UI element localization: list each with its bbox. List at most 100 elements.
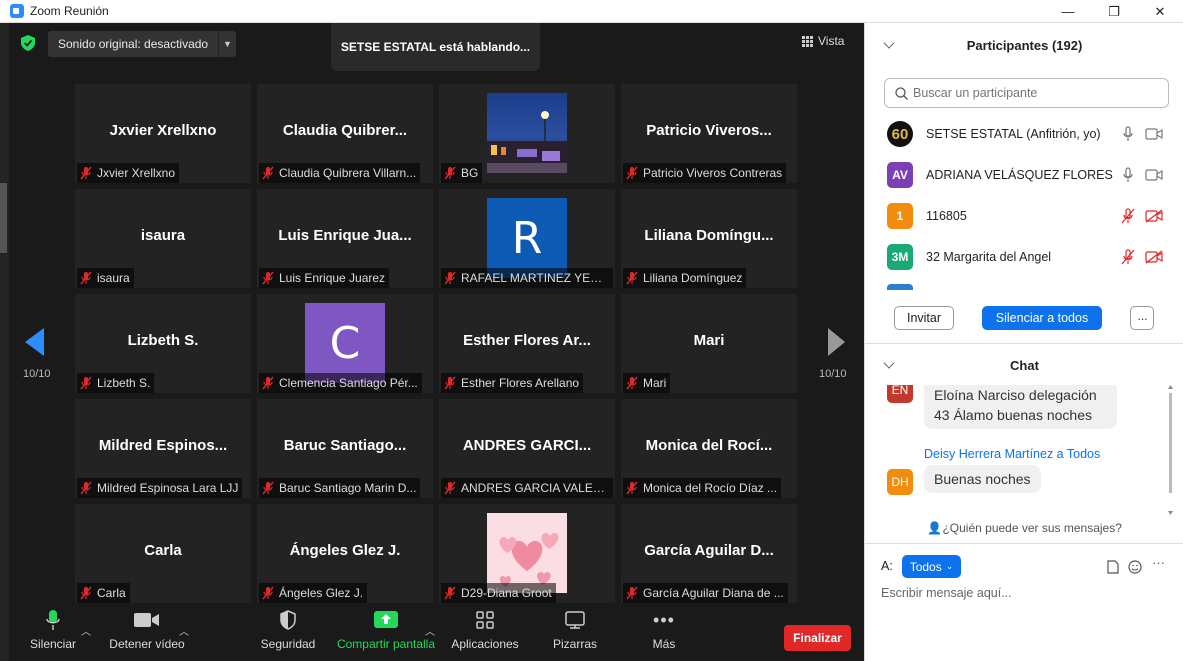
- participant-row[interactable]: AV ADRIANA VELÁSQUEZ FLORES: [865, 157, 1183, 193]
- video-tile[interactable]: Patricio Viveros... Patricio Viveros Cont…: [621, 84, 797, 183]
- chat-scrollbar[interactable]: [1168, 385, 1173, 515]
- page-indicator-left: 10/10: [23, 368, 51, 380]
- muted-mic-icon: [444, 166, 456, 180]
- collapse-chevron-icon[interactable]: [883, 357, 895, 369]
- participants-header: Participantes (192): [865, 23, 1183, 67]
- video-camera-icon: [134, 613, 159, 627]
- participant-name-tag: Lizbeth S.: [77, 373, 155, 393]
- video-tile[interactable]: Esther Flores Ar... Esther Flores Arellan…: [439, 294, 615, 393]
- chat-input[interactable]: Escribir mensaje aquí...: [881, 586, 1012, 600]
- video-tile[interactable]: R RAFAEL MARTINEZ YEDRA: [439, 189, 615, 288]
- participant-search-input[interactable]: [884, 78, 1169, 108]
- share-screen-button[interactable]: Compartir pantalla: [335, 603, 437, 661]
- video-tile[interactable]: García Aguilar D... García Aguilar Diana …: [621, 504, 797, 603]
- previous-page-arrow[interactable]: [25, 328, 44, 356]
- video-tile[interactable]: ANDRES GARCI... ANDRES GARCIA VALENTI: [439, 399, 615, 498]
- audio-options-caret[interactable]: ︿: [81, 623, 91, 638]
- video-tile[interactable]: BG: [439, 84, 615, 183]
- video-camera-icon[interactable]: [1145, 127, 1163, 141]
- left-edge-scrollbar[interactable]: [0, 23, 9, 661]
- participant-name-tag: Patricio Viveros Contreras: [623, 163, 787, 183]
- video-off-icon[interactable]: [1145, 250, 1163, 264]
- video-tile[interactable]: D29-Diana Groot: [439, 504, 615, 603]
- close-window-button[interactable]: ✕: [1137, 0, 1183, 23]
- mute-button[interactable]: Silenciar: [27, 603, 79, 661]
- recipient-value: Todos: [909, 559, 942, 574]
- microphone-icon[interactable]: [1121, 167, 1135, 183]
- chat-divider: [865, 543, 1183, 544]
- chat-message-bubble: Eloína Narciso delegación 43 Álamo buena…: [924, 385, 1117, 429]
- participant-display-name: Monica del Rocí...: [645, 437, 773, 454]
- participant-name: Claudia Quibrera Villarn...: [279, 166, 417, 180]
- participant-row[interactable]: 3M 32 Margarita del Angel: [865, 239, 1183, 275]
- muted-mic-icon[interactable]: [1121, 208, 1135, 224]
- video-tile[interactable]: Ángeles Glez J. Ángeles Glez J.: [257, 504, 433, 603]
- title-bar: Zoom Reunión — ❐ ✕: [0, 0, 1183, 23]
- search-field[interactable]: [913, 86, 1163, 100]
- video-tile[interactable]: Carla Carla: [75, 504, 251, 603]
- participant-display-name: Jxvier Xrellxno: [109, 122, 217, 139]
- who-can-see-messages[interactable]: 👤 ¿Quién puede ver sus mensajes?: [865, 521, 1183, 539]
- video-tile[interactable]: Mildred Espinos... Mildred Espinosa Lara …: [75, 399, 251, 498]
- restore-button[interactable]: ❐: [1091, 0, 1137, 23]
- video-tile[interactable]: Jxvier Xrellxno Jxvier Xrellxno: [75, 84, 251, 183]
- video-tile[interactable]: Lizbeth S. Lizbeth S.: [75, 294, 251, 393]
- participant-name-tag: Mildred Espinosa Lara LJJ: [77, 478, 243, 498]
- whiteboards-label: Pizarras: [552, 637, 597, 651]
- profile-photo: [487, 93, 567, 173]
- video-off-icon[interactable]: [1145, 209, 1163, 223]
- video-tile[interactable]: isaura isaura: [75, 189, 251, 288]
- page-indicator-right: 10/10: [819, 368, 847, 380]
- apps-label: Aplicaciones: [451, 637, 519, 651]
- stop-video-button[interactable]: Detener vídeo: [105, 603, 189, 661]
- security-button[interactable]: Seguridad: [257, 603, 319, 661]
- share-options-caret[interactable]: ︿: [425, 623, 435, 638]
- more-dots-icon: •••: [653, 609, 675, 630]
- encryption-shield-icon[interactable]: [21, 35, 35, 51]
- participant-name-tag: isaura: [77, 268, 134, 288]
- video-tile[interactable]: Luis Enrique Jua... Luis Enrique Juarez: [257, 189, 433, 288]
- avatar-letter: R: [487, 198, 567, 278]
- minimize-button[interactable]: —: [1045, 0, 1091, 23]
- participant-list-name: ADRIANA VELÁSQUEZ FLORES: [926, 168, 1113, 182]
- end-meeting-button[interactable]: Finalizar: [784, 625, 851, 651]
- participant-list: 60 SETSE ESTATAL (Anfitrión, yo) AV ADRI…: [865, 116, 1183, 290]
- stop-video-label: Detener vídeo: [109, 637, 185, 651]
- participants-title: Participantes (192): [966, 37, 1083, 53]
- next-page-arrow[interactable]: [828, 328, 845, 356]
- muted-mic-icon[interactable]: [1121, 249, 1135, 265]
- mute-all-button[interactable]: Silenciar a todos: [982, 306, 1102, 330]
- video-tile[interactable]: Mari Mari: [621, 294, 797, 393]
- participant-row[interactable]: 1 116805: [865, 198, 1183, 234]
- participant-name: Esther Flores Arellano: [461, 376, 580, 390]
- file-icon[interactable]: [1106, 560, 1120, 574]
- view-button[interactable]: Vista: [802, 34, 844, 48]
- grid-view-icon: [802, 35, 813, 47]
- emoji-icon[interactable]: [1128, 560, 1142, 574]
- participant-row[interactable]: 60 SETSE ESTATAL (Anfitrión, yo): [865, 116, 1183, 152]
- participant-avatar: AV: [887, 162, 913, 188]
- video-tile[interactable]: Baruc Santiago... Baruc Santiago Marin D.…: [257, 399, 433, 498]
- muted-mic-icon: [80, 166, 92, 180]
- collapse-chevron-icon[interactable]: [883, 37, 895, 49]
- video-camera-icon[interactable]: [1145, 168, 1163, 182]
- chat-more-icon[interactable]: ···: [1152, 555, 1166, 570]
- original-sound-button[interactable]: Sonido original: desactivado ▼: [48, 31, 236, 57]
- video-options-caret[interactable]: ︿: [179, 623, 189, 638]
- whiteboards-button[interactable]: Pizarras: [545, 603, 605, 661]
- microphone-icon[interactable]: [1121, 126, 1135, 142]
- chevron-down-icon[interactable]: ▼: [218, 31, 236, 57]
- apps-button[interactable]: Aplicaciones: [449, 603, 521, 661]
- window-title: Zoom Reunión: [30, 4, 109, 18]
- more-button[interactable]: ••• Más: [639, 603, 689, 661]
- muted-mic-icon: [626, 166, 638, 180]
- video-tile[interactable]: Monica del Rocí... Monica del Rocío Díaz …: [621, 399, 797, 498]
- invite-button[interactable]: Invitar: [894, 306, 954, 330]
- muted-mic-icon: [444, 376, 456, 390]
- participants-more-button[interactable]: ···: [1130, 306, 1154, 330]
- video-tile[interactable]: Liliana Domíngu... Liliana Domínguez: [621, 189, 797, 288]
- video-tile[interactable]: C Clemencia Santiago Pér...: [257, 294, 433, 393]
- participant-name-tag: Baruc Santiago Marin D...: [259, 478, 421, 498]
- video-tile[interactable]: Claudia Quibrer... Claudia Quibrera Villa…: [257, 84, 433, 183]
- recipient-select[interactable]: Todos ⌄: [902, 555, 961, 578]
